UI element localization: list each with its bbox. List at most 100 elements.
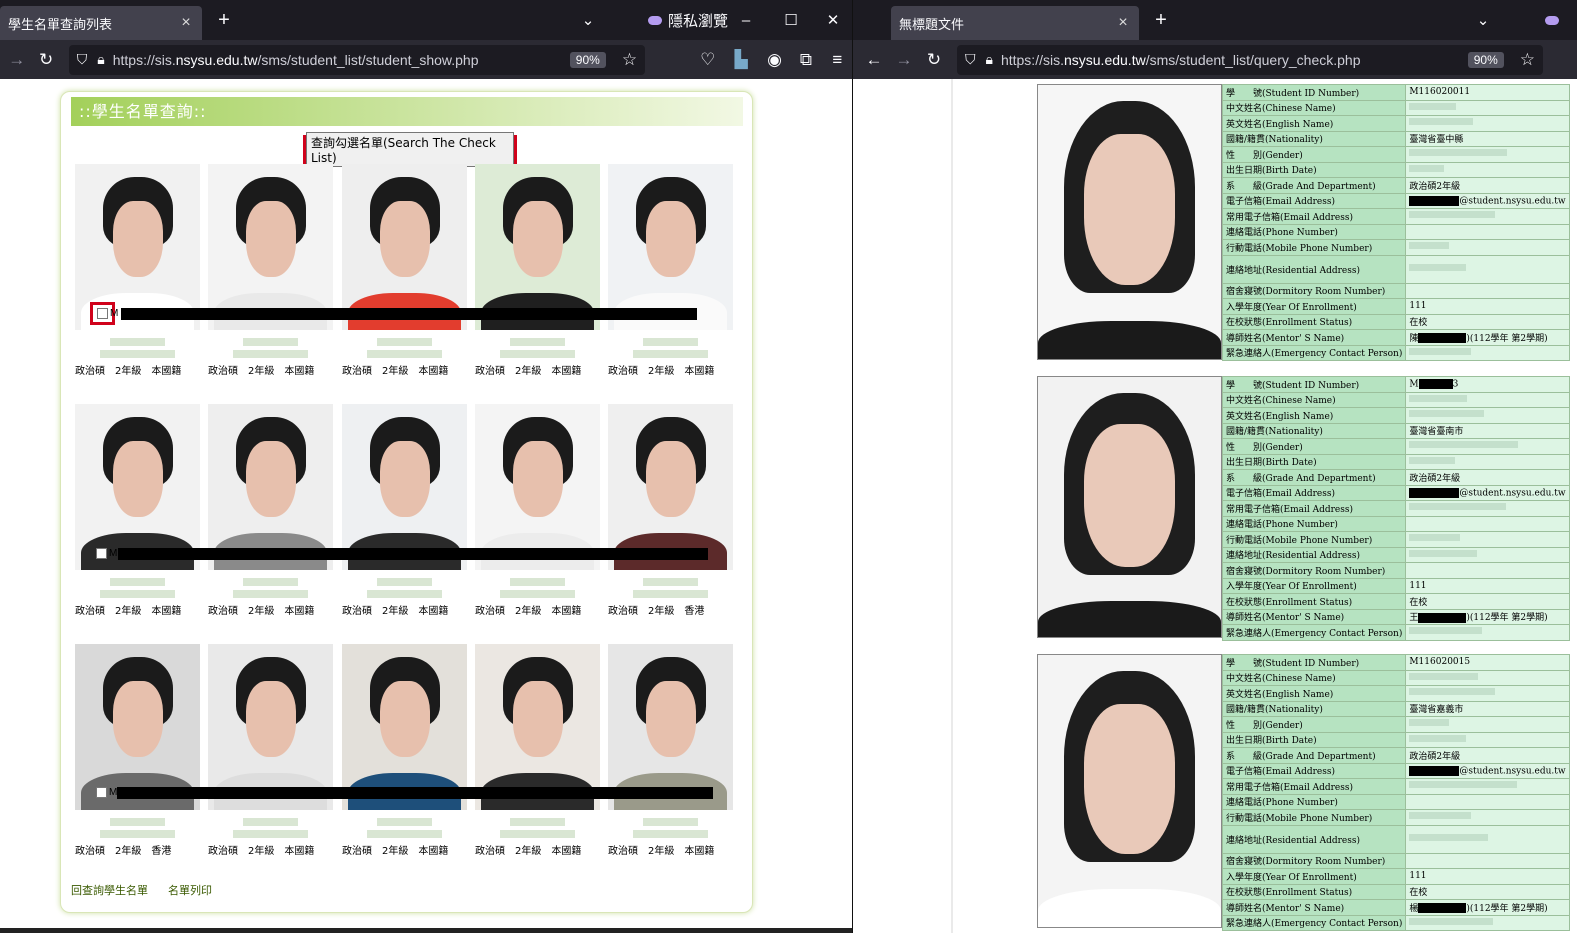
url-text[interactable]: https://sis.nsysu.edu.tw/sms/student_lis… <box>113 52 564 68</box>
field-label: 宿舍寢號(Dormitory Room Number) <box>1221 562 1407 579</box>
grade-label: 2年級 <box>515 846 542 857</box>
nationality-label: 本國籍 <box>418 606 449 617</box>
new-tab-button[interactable]: + <box>1143 9 1179 32</box>
field-label: 英文姓名(English Name) <box>1221 685 1407 702</box>
lock-icon[interactable]: 🔒︎ <box>986 51 993 68</box>
close-tab-icon[interactable]: × <box>1115 14 1131 32</box>
student-photo <box>608 644 733 810</box>
tab-untitled[interactable]: 無標題文件 × <box>891 6 1139 40</box>
name-blurred <box>643 578 698 586</box>
record-row: 行動電話(Mobile Phone Number) <box>1221 809 1570 826</box>
url-text[interactable]: https://sis.nsysu.edu.tw/sms/student_lis… <box>1001 52 1462 68</box>
grade-label: 2年級 <box>248 366 275 377</box>
record-row: 性 別(Gender) <box>1221 716 1570 733</box>
scroll-edge <box>0 928 852 933</box>
student-info: 政治碩 2年級 本國籍 <box>475 602 620 617</box>
record-row: 導師姓名(Mentor' S Name) 楊)(112學年 第2學期) <box>1221 899 1570 916</box>
tab-student-list[interactable]: 學生名單查詢列表 × <box>0 6 202 40</box>
record-row: 導師姓名(Mentor' S Name) 王)(112學年 第2學期) <box>1221 608 1570 625</box>
lock-icon[interactable]: 🔒︎ <box>97 51 104 68</box>
back-to-query-link[interactable]: 回查詢學生名單 <box>71 882 148 898</box>
field-value <box>1405 99 1570 116</box>
student-info: 政治碩 2年級 本國籍 <box>208 362 353 377</box>
record-row: 出生日期(Birth Date) <box>1221 161 1570 178</box>
field-value: 楊)(112學年 第2學期) <box>1405 899 1570 916</box>
bookmark-star-icon[interactable]: ☆ <box>1520 50 1535 70</box>
maximize-button[interactable]: ☐ <box>781 0 801 40</box>
close-tab-icon[interactable]: × <box>178 14 194 32</box>
grade-label: 2年級 <box>115 366 142 377</box>
field-label: 中文姓名(Chinese Name) <box>1221 669 1407 686</box>
zoom-badge[interactable]: 90% <box>569 51 606 68</box>
list-tabs-chevron-down-icon[interactable]: ⌄ <box>1473 0 1493 40</box>
nationality-label: 本國籍 <box>151 366 182 377</box>
pocket-icon[interactable]: ♡ <box>693 45 722 75</box>
select-checkbox[interactable] <box>96 787 107 798</box>
field-label: 性 別(Gender) <box>1221 438 1407 455</box>
record-row: 中文姓名(Chinese Name) <box>1221 99 1570 116</box>
field-label: 性 別(Gender) <box>1221 716 1407 733</box>
field-value <box>1405 344 1570 361</box>
grade-label: 2年級 <box>115 846 142 857</box>
dept-label: 政治碩 <box>608 606 638 617</box>
field-label: 常用電子信箱(Email Address) <box>1221 208 1407 225</box>
account-icon[interactable]: ◉ <box>760 45 789 75</box>
record-row: 導師姓名(Mentor' S Name) 陳)(112學年 第2學期) <box>1221 329 1570 346</box>
shield-icon[interactable]: ⛉ <box>77 51 88 68</box>
search-check-list-button[interactable]: 查詢勾選名單(Search The Check List) <box>306 132 514 167</box>
menu-hamburger-icon[interactable]: ≡ <box>823 45 852 75</box>
grade-label: 2年級 <box>515 366 542 377</box>
name-blurred <box>633 590 708 598</box>
record-row: 宿舍寢號(Dormitory Room Number) <box>1221 562 1570 579</box>
name-blurred <box>500 830 575 838</box>
forward-arrow-icon[interactable]: → <box>889 45 919 75</box>
back-arrow-icon[interactable]: ← <box>859 45 889 75</box>
reload-icon[interactable]: ↻ <box>919 45 949 75</box>
reload-icon[interactable]: ↻ <box>31 45 60 75</box>
field-value <box>1405 282 1570 299</box>
student-id-prefix: M <box>109 548 118 559</box>
name-blurred <box>100 590 175 598</box>
record-row: 系 級(Grade And Department) 政治碩2年級 <box>1221 747 1570 764</box>
url-bar[interactable]: ⛉ 🔒︎ https://sis.nsysu.edu.tw/sms/studen… <box>68 44 646 75</box>
field-value: @student.nsysu.edu.tw <box>1405 484 1570 501</box>
field-value <box>1405 453 1570 470</box>
field-label: 連絡電話(Phone Number) <box>1221 515 1407 532</box>
extension-icon[interactable]: ▙ <box>726 45 755 75</box>
field-value: 臺灣省臺中縣 <box>1405 130 1570 147</box>
field-value: 在校 <box>1405 883 1570 900</box>
list-tabs-chevron-down-icon[interactable]: ⌄ <box>578 0 598 40</box>
name-blurred <box>243 338 298 346</box>
record-table: 學 號(Student ID Number) M116020011 中文姓名(Chi… <box>1221 84 1570 361</box>
grade-label: 2年級 <box>248 606 275 617</box>
bookmark-star-icon[interactable]: ☆ <box>622 50 637 70</box>
nationality-label: 本國籍 <box>684 366 715 377</box>
student-photo <box>75 404 200 570</box>
record-row: 國籍/籍貫(Nationality) 臺灣省臺南市 <box>1221 422 1570 439</box>
minimize-button[interactable]: – <box>736 0 756 40</box>
nationality-label: 本國籍 <box>551 366 582 377</box>
print-list-link[interactable]: 名單列印 <box>168 882 212 898</box>
nationality-label: 本國籍 <box>418 846 449 857</box>
close-window-button[interactable]: ✕ <box>823 0 843 40</box>
name-blurred <box>510 338 565 346</box>
select-checkbox[interactable] <box>96 548 107 559</box>
record-table: 學 號(Student ID Number) M116020015 中文姓名(Chi… <box>1221 654 1570 931</box>
grade-label: 2年級 <box>382 366 409 377</box>
extensions-puzzle-icon[interactable]: ⧉ <box>791 45 820 75</box>
record-row: 英文姓名(English Name) <box>1221 685 1570 702</box>
record-row: 學 號(Student ID Number) M116020011 <box>1221 84 1570 101</box>
shield-icon[interactable]: ⛉ <box>965 51 976 68</box>
zoom-badge[interactable]: 90% <box>1467 51 1504 68</box>
student-info: 政治碩 2年級 香港 <box>75 842 220 857</box>
field-value: @student.nsysu.edu.tw <box>1405 762 1570 779</box>
dept-label: 政治碩 <box>75 366 105 377</box>
field-label: 中文姓名(Chinese Name) <box>1221 99 1407 116</box>
url-bar[interactable]: ⛉ 🔒︎ https://sis.nsysu.edu.tw/sms/studen… <box>957 44 1543 75</box>
field-label: 常用電子信箱(Email Address) <box>1221 500 1407 517</box>
forward-arrow-icon[interactable]: → <box>2 45 31 75</box>
field-label: 緊急連絡人(Emergency Contact Person) <box>1221 344 1407 361</box>
record-row: 連絡電話(Phone Number) <box>1221 793 1570 810</box>
new-tab-button[interactable]: + <box>206 9 242 32</box>
private-label: 隱私瀏覽 <box>668 12 729 30</box>
